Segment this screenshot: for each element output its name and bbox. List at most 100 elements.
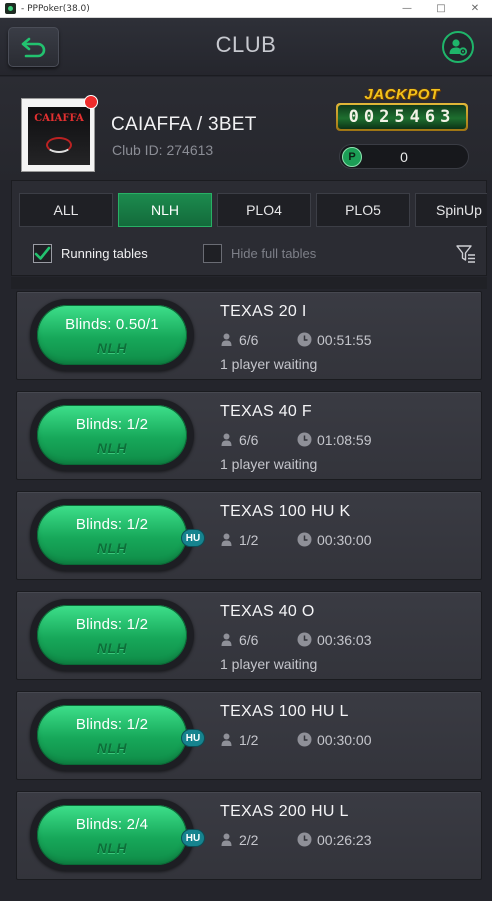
blinds-pill-frame: Blinds: 1/2 NLH bbox=[30, 699, 194, 771]
heads-up-badge: HU bbox=[181, 829, 205, 847]
club-settings-button[interactable] bbox=[442, 31, 474, 63]
heads-up-badge: HU bbox=[181, 529, 205, 547]
seats-count: 1/2 bbox=[239, 732, 259, 748]
waiting-status: 1 player waiting bbox=[220, 356, 318, 372]
table-row[interactable]: Blinds: 1/2 NLH HU TEXAS 100 HU L 1/2 00… bbox=[16, 691, 482, 780]
clock-icon bbox=[297, 632, 312, 647]
club-name: CAIAFFA / 3BET bbox=[111, 114, 257, 135]
club-info-panel: CAIAFFA CAIAFFA / 3BET Club ID: 274613 J… bbox=[0, 77, 492, 180]
seats-count: 2/2 bbox=[239, 832, 259, 848]
running-tables-label[interactable]: Running tables bbox=[61, 246, 148, 261]
page-title: CLUB bbox=[215, 32, 277, 57]
club-id: Club ID: 274613 bbox=[112, 142, 214, 158]
table-row[interactable]: Blinds: 1/2 NLH HU TEXAS 100 HU K 1/2 00… bbox=[16, 491, 482, 580]
club-logo-text: CAIAFFA bbox=[34, 113, 84, 124]
table-time: 00:26:23 bbox=[317, 832, 372, 848]
clock-icon bbox=[297, 332, 312, 347]
person-icon bbox=[221, 333, 232, 346]
clock-icon bbox=[297, 532, 312, 547]
jackpot-counter: 0025463 bbox=[336, 103, 468, 131]
table-row[interactable]: Blinds: 2/4 NLH HU TEXAS 200 HU L 2/2 00… bbox=[16, 791, 482, 880]
table-filter-row: Running tables Hide full tables bbox=[12, 241, 488, 267]
table-name: TEXAS 200 HU L bbox=[220, 803, 349, 820]
blinds-label: Blinds: 1/2 bbox=[75, 516, 149, 533]
jackpot-display[interactable]: JACKPOT 0025463 bbox=[334, 86, 470, 134]
table-row[interactable]: Blinds: 0.50/1 NLH TEXAS 20 I 6/6 00:51:… bbox=[16, 291, 482, 380]
tab-all[interactable]: ALL bbox=[19, 193, 113, 227]
clock-icon bbox=[297, 432, 312, 447]
maximize-button[interactable]: □ bbox=[424, 0, 458, 18]
window-title: - PPPoker(38.0) bbox=[21, 3, 90, 14]
club-logo-emblem bbox=[46, 137, 72, 153]
tab-spinup[interactable]: SpinUp bbox=[415, 193, 487, 227]
blinds-pill[interactable]: Blinds: 2/4 NLH bbox=[37, 805, 187, 865]
tab-plo4[interactable]: PLO4 bbox=[217, 193, 311, 227]
jackpot-value: 0025463 bbox=[338, 105, 466, 129]
window-controls: — □ ✕ bbox=[390, 0, 492, 18]
table-time: 00:30:00 bbox=[317, 532, 372, 548]
blinds-label: Blinds: 1/2 bbox=[75, 716, 149, 733]
table-row[interactable]: Blinds: 1/2 NLH TEXAS 40 F 6/6 01:08:59 … bbox=[16, 391, 482, 480]
seats-count: 6/6 bbox=[239, 332, 259, 348]
blinds-pill-frame: Blinds: 1/2 NLH bbox=[30, 499, 194, 571]
waiting-status: 1 player waiting bbox=[220, 656, 318, 672]
game-type-label: NLH bbox=[96, 440, 128, 456]
table-meta: 1/2 00:30:00 bbox=[220, 531, 470, 549]
window-titlebar: - PPPoker(38.0) — □ ✕ bbox=[0, 0, 492, 18]
person-icon bbox=[221, 533, 232, 546]
blinds-pill[interactable]: Blinds: 1/2 NLH bbox=[37, 405, 187, 465]
blinds-pill[interactable]: Blinds: 1/2 NLH bbox=[37, 705, 187, 765]
close-button[interactable]: ✕ bbox=[458, 0, 492, 18]
table-meta: 6/6 00:51:55 bbox=[220, 331, 470, 349]
running-tables-checkbox[interactable] bbox=[33, 244, 52, 263]
person-icon bbox=[221, 733, 232, 746]
seats-count: 6/6 bbox=[239, 432, 259, 448]
person-icon bbox=[221, 433, 232, 446]
person-icon bbox=[221, 633, 232, 646]
table-meta: 2/2 00:26:23 bbox=[220, 831, 470, 849]
heads-up-badge: HU bbox=[181, 729, 205, 747]
blinds-pill[interactable]: Blinds: 1/2 NLH bbox=[37, 505, 187, 565]
person-icon bbox=[221, 833, 232, 846]
minimize-button[interactable]: — bbox=[390, 0, 424, 18]
game-type-label: NLH bbox=[96, 840, 128, 856]
hide-full-tables-label[interactable]: Hide full tables bbox=[231, 246, 316, 261]
blinds-label: Blinds: 2/4 bbox=[75, 816, 149, 833]
game-type-label: NLH bbox=[96, 640, 128, 656]
user-gear-icon bbox=[449, 39, 468, 56]
jackpot-label: JACKPOT bbox=[364, 86, 440, 103]
list-separator bbox=[11, 277, 487, 289]
table-name: TEXAS 40 O bbox=[220, 603, 315, 620]
table-name: TEXAS 40 F bbox=[220, 403, 312, 420]
table-meta: 6/6 00:36:03 bbox=[220, 631, 470, 649]
table-time: 00:51:55 bbox=[317, 332, 372, 348]
club-logo[interactable]: CAIAFFA bbox=[21, 98, 95, 172]
game-type-label: NLH bbox=[96, 740, 128, 756]
seats-count: 6/6 bbox=[239, 632, 259, 648]
blinds-label: Blinds: 0.50/1 bbox=[65, 316, 159, 333]
table-time: 01:08:59 bbox=[317, 432, 372, 448]
table-row[interactable]: Blinds: 1/2 NLH TEXAS 40 O 6/6 00:36:03 … bbox=[16, 591, 482, 680]
blinds-pill[interactable]: Blinds: 0.50/1 NLH bbox=[37, 305, 187, 365]
blinds-label: Blinds: 1/2 bbox=[75, 416, 149, 433]
table-name: TEXAS 20 I bbox=[220, 303, 307, 320]
table-meta: 6/6 01:08:59 bbox=[220, 431, 470, 449]
blinds-pill[interactable]: Blinds: 1/2 NLH bbox=[37, 605, 187, 665]
table-time: 00:36:03 bbox=[317, 632, 372, 648]
filter-settings-icon[interactable] bbox=[455, 243, 477, 265]
blinds-pill-frame: Blinds: 1/2 NLH bbox=[30, 599, 194, 671]
checkmark-icon bbox=[34, 246, 51, 260]
blinds-pill-frame: Blinds: 1/2 NLH bbox=[30, 399, 194, 471]
blinds-pill-frame: Blinds: 0.50/1 NLH bbox=[30, 299, 194, 371]
blinds-pill-frame: Blinds: 2/4 NLH bbox=[30, 799, 194, 871]
blinds-label: Blinds: 1/2 bbox=[75, 616, 149, 633]
hide-full-tables-checkbox[interactable] bbox=[203, 244, 222, 263]
game-filter-panel: ALL NLH PLO4 PLO5 SpinUp Running tables … bbox=[11, 180, 487, 276]
game-type-label: NLH bbox=[96, 340, 128, 356]
seats-count: 1/2 bbox=[239, 532, 259, 548]
club-points[interactable]: 0 P bbox=[339, 144, 469, 169]
game-type-label: NLH bbox=[96, 540, 128, 556]
tab-plo5[interactable]: PLO5 bbox=[316, 193, 410, 227]
app-header: CLUB bbox=[0, 18, 492, 76]
tab-nlh[interactable]: NLH bbox=[118, 193, 212, 227]
